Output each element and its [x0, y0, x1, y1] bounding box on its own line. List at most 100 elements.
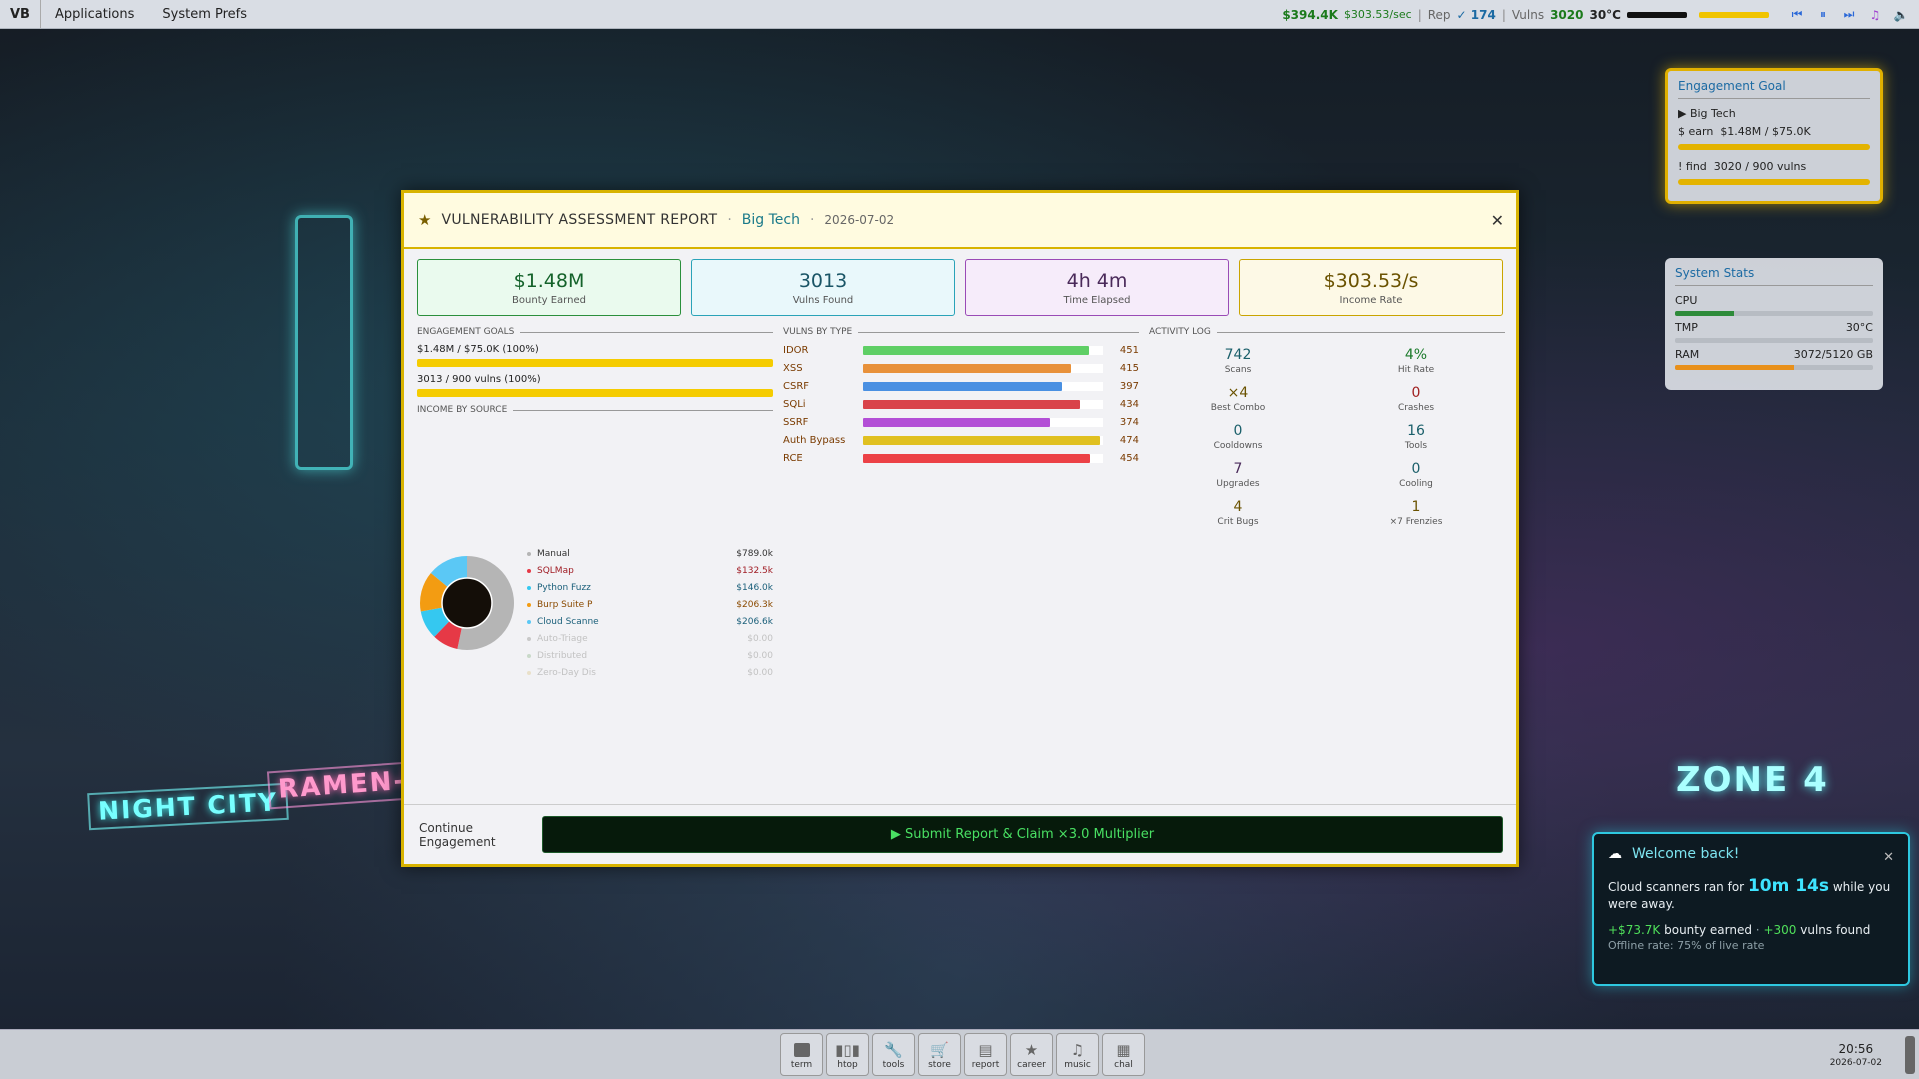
earn-label-and-value: $ earn $1.48M / $75.0K — [1678, 125, 1811, 138]
top-menu-bar: VB Applications System Prefs $394.4K $30… — [0, 0, 1919, 29]
clock: 20:56 2026-07-02 — [1830, 1042, 1882, 1068]
music-icon: ♫ — [1070, 1040, 1085, 1059]
cpu-label: CPU — [1675, 294, 1698, 307]
activity-stat: 4% Hit Rate — [1327, 347, 1505, 375]
vuln-type-count: 374 — [1119, 416, 1139, 428]
summary-cards: $1.48M Bounty Earned 3013 Vulns Found 4h… — [404, 249, 1516, 316]
legend-swatch — [527, 636, 531, 641]
legend-item: Python Fuzz $146.0k — [527, 579, 773, 596]
find-label-and-value: ! find 3020 / 900 vulns — [1678, 160, 1806, 173]
section-title-income: INCOME BY SOURCE — [417, 405, 773, 415]
vuln-type-bar — [863, 363, 1103, 373]
dock-item-term[interactable]: term — [780, 1033, 823, 1076]
divider: | — [1417, 7, 1422, 22]
pause-icon[interactable]: ⏸ — [1813, 5, 1833, 25]
dock-item-label: report — [971, 1059, 1000, 1070]
close-icon[interactable]: ✕ — [1491, 211, 1504, 230]
menu-applications[interactable]: Applications — [41, 7, 148, 22]
legend-name: Python Fuzz — [537, 582, 591, 593]
status-area: $394.4K $303.53/sec | Rep ✓ 174 | Vulns … — [1282, 0, 1911, 29]
activity-label: ×7 Frenzies — [1389, 517, 1443, 527]
card-income-rate: $303.53/s Income Rate — [1239, 259, 1503, 316]
dock-item-report[interactable]: ▤ report — [964, 1033, 1007, 1076]
activity-label: Best Combo — [1210, 403, 1266, 413]
toast-body-prefix: Cloud scanners ran for — [1608, 880, 1745, 894]
vuln-type-count: 397 — [1119, 380, 1139, 392]
vuln-type-bar — [863, 345, 1103, 355]
activity-stat: ×4 Best Combo — [1149, 385, 1327, 413]
offline-duration: 10m 14s — [1747, 876, 1830, 896]
submit-report-button[interactable]: ▶ Submit Report & Claim ×3.0 Multiplier — [542, 816, 1503, 853]
activity-label: Hit Rate — [1397, 365, 1435, 375]
activity-label: Tools — [1404, 441, 1428, 451]
dock-item-chal[interactable]: ▦ chal — [1102, 1033, 1145, 1076]
legend-swatch — [527, 653, 531, 658]
vuln-type-bar-fill — [863, 453, 1090, 463]
legend-item: Auto-Triage $0.00 — [527, 630, 773, 647]
vuln-type-bar — [863, 417, 1103, 427]
music-note-icon[interactable]: ♫ — [1865, 5, 1885, 25]
activity-stat: 0 Cooldowns — [1149, 423, 1327, 451]
dock-item-label: htop — [837, 1059, 858, 1070]
card-label: Bounty Earned — [512, 294, 586, 306]
report-columns: ENGAGEMENT GOALS $1.48M / $75.0K (100%) … — [417, 327, 1503, 707]
activity-value: 4% — [1404, 347, 1428, 363]
donut-hole — [441, 577, 493, 629]
vuln-type-name: SQLi — [783, 398, 806, 410]
earn-row: $ earn $1.48M / $75.0K — [1678, 125, 1870, 138]
activity-value: 7 — [1233, 461, 1243, 477]
vuln-type-name: IDOR — [783, 344, 809, 356]
vuln-type-bar-fill — [863, 381, 1062, 391]
dock-item-store[interactable]: 🛒 store — [918, 1033, 961, 1076]
cpu-bar — [1675, 311, 1873, 316]
ram-value: 3072/5120 GB — [1793, 348, 1873, 361]
dock-item-career[interactable]: ★ career — [1010, 1033, 1053, 1076]
divider: | — [1501, 7, 1506, 22]
find-value: 3020 / 900 vulns — [1713, 160, 1807, 173]
card-label: Time Elapsed — [1063, 294, 1131, 306]
legend-item: SQLMap $132.5k — [527, 562, 773, 579]
continue-engagement-button[interactable]: Continue Engagement — [417, 821, 542, 849]
cpu-bar-fill — [1675, 311, 1735, 316]
card-bounty: $1.48M Bounty Earned — [417, 259, 681, 316]
clock-date: 2026-07-02 — [1829, 1058, 1882, 1068]
goal-vulns-bar — [417, 389, 773, 397]
activity-stat: 0 Cooling — [1327, 461, 1505, 489]
volume-icon[interactable]: 🔈 — [1891, 5, 1911, 25]
legend-swatch — [527, 585, 531, 590]
income-rate: $303.53/sec — [1343, 8, 1412, 21]
income-legend: Manual $789.0k SQLMap $132.5k Python Fuzz $14… — [527, 545, 773, 681]
app-logo[interactable]: VB — [0, 0, 41, 28]
dock-item-tools[interactable]: 🔧 tools — [872, 1033, 915, 1076]
menu-system-prefs[interactable]: System Prefs — [148, 7, 261, 22]
vuln-type-row: IDOR 451 — [783, 341, 1139, 359]
prev-track-icon[interactable]: ⏮ — [1787, 5, 1807, 25]
dock-item-label: chal — [1114, 1059, 1133, 1070]
activity-stat: 1 ×7 Frenzies — [1327, 499, 1505, 527]
activity-value: 0 — [1411, 461, 1421, 477]
card-value: $1.48M — [513, 269, 585, 292]
vuln-type-name: Auth Bypass — [783, 434, 846, 446]
dock-item-htop[interactable]: ▮▯▮ htop — [826, 1033, 869, 1076]
goals-column: ENGAGEMENT GOALS $1.48M / $75.0K (100%) … — [417, 327, 773, 678]
temperature: 30°C — [1589, 7, 1621, 22]
earn-progress-bar — [1678, 144, 1870, 150]
report-date: 2026-07-02 — [824, 213, 895, 227]
activity-label: Crashes — [1397, 403, 1435, 413]
activity-value: 742 — [1224, 347, 1252, 363]
find-row: ! find 3020 / 900 vulns — [1678, 160, 1870, 173]
vuln-type-row: Auth Bypass 474 — [783, 431, 1139, 449]
next-track-icon[interactable]: ⏭ — [1839, 5, 1859, 25]
dock-handle[interactable] — [1905, 1036, 1915, 1074]
wrench-icon: 🔧 — [884, 1040, 903, 1059]
activity-value: 4 — [1233, 499, 1243, 515]
vuln-type-bar-fill — [863, 363, 1071, 373]
welcome-back-toast: ☁ Welcome back! ✕ Cloud scanners ran for… — [1592, 832, 1910, 986]
close-icon[interactable]: ✕ — [1883, 850, 1894, 865]
dock-item-music[interactable]: ♫ music — [1056, 1033, 1099, 1076]
goal-target: ▶ Big Tech — [1678, 107, 1736, 120]
earn-value: $1.48M / $75.0K — [1720, 125, 1811, 138]
toast-header: ☁ Welcome back! — [1608, 846, 1894, 862]
ram-row: RAM 3072/5120 GB — [1675, 348, 1873, 361]
vuln-type-count: 415 — [1119, 362, 1139, 374]
